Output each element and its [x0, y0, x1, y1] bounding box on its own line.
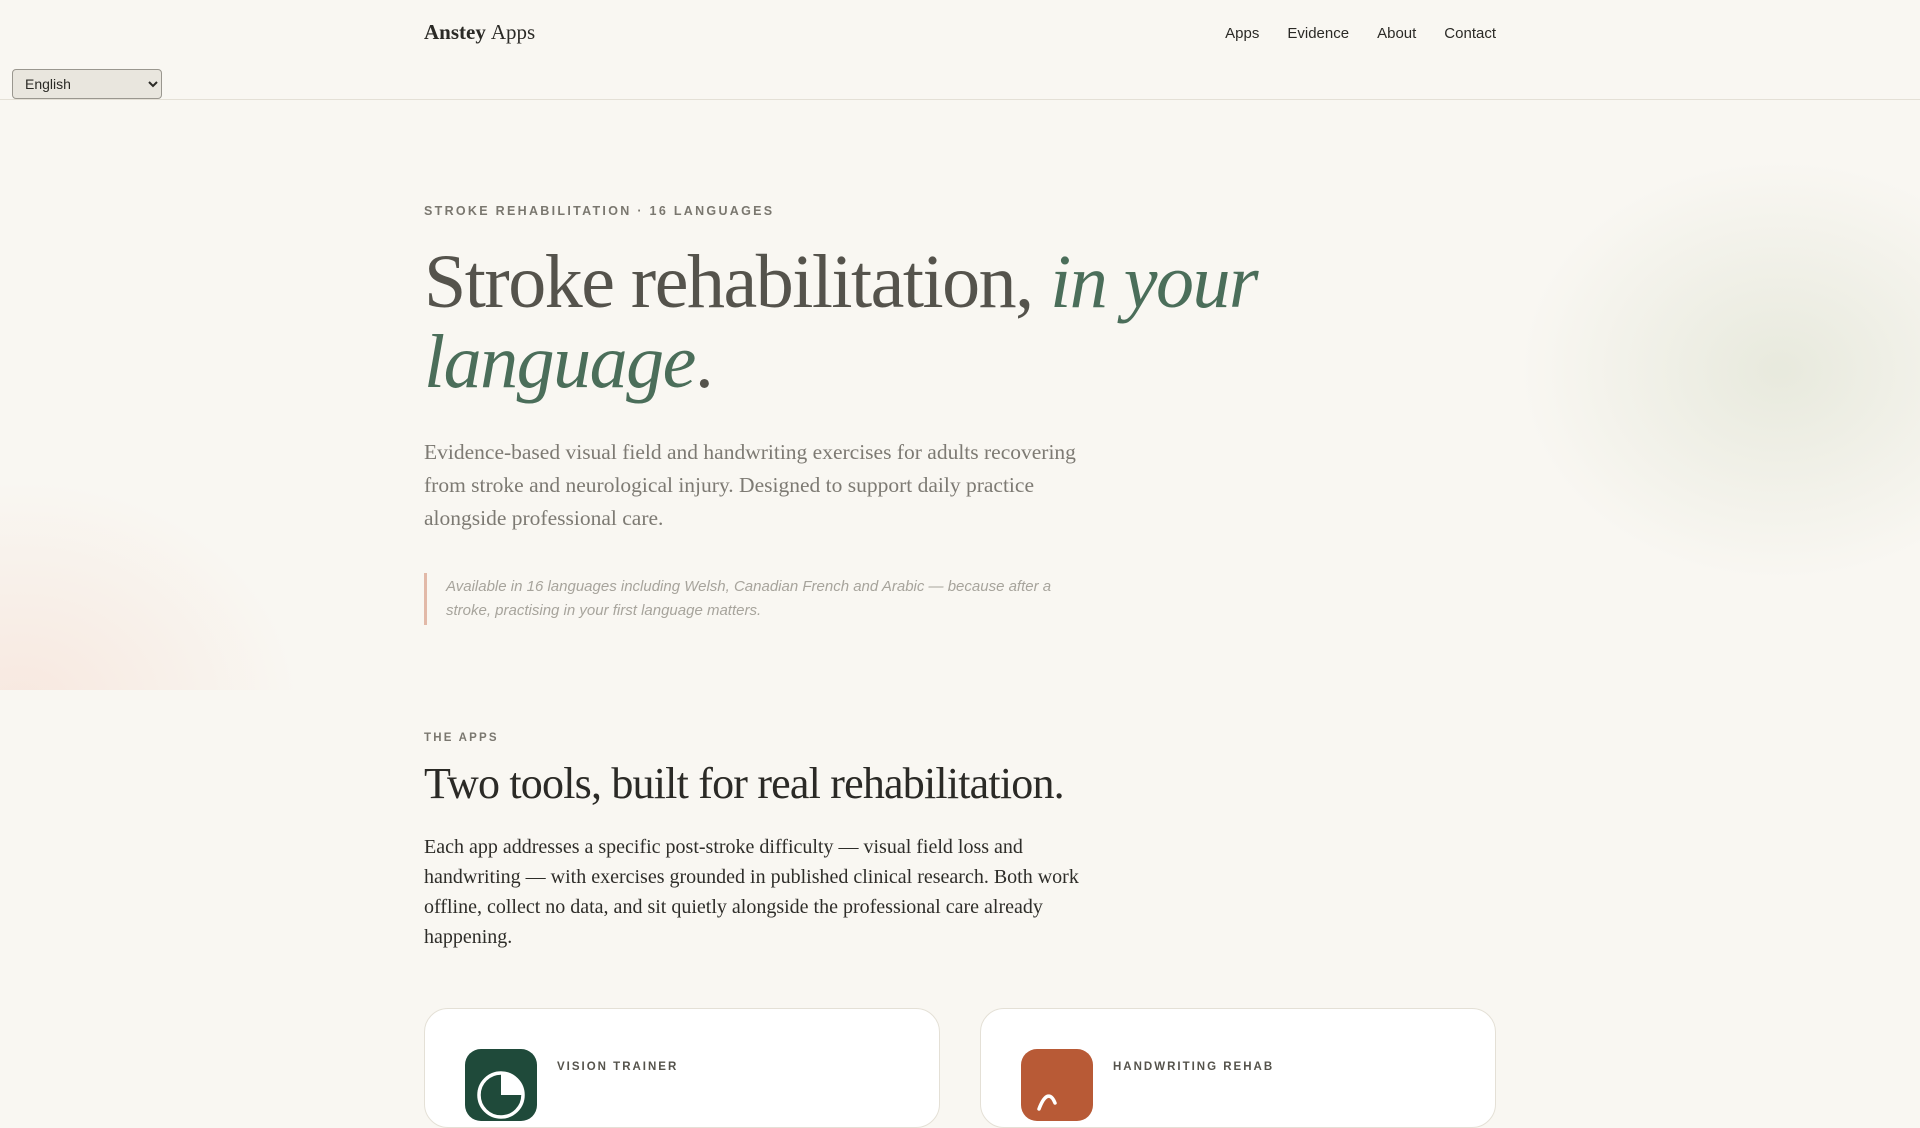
vision-trainer-eyebrow: VISION TRAINER [557, 1061, 679, 1073]
brand-name-strong: Anstey [424, 20, 486, 44]
nav-link-apps[interactable]: Apps [1225, 25, 1259, 42]
language-select[interactable]: English [12, 69, 162, 99]
brand-name-light: Apps [490, 20, 536, 44]
app-card-vision-trainer[interactable]: VISION TRAINER [424, 1008, 940, 1128]
hero-title: Stroke rehabilitation, in your language. [424, 242, 1424, 402]
handwriting-icon [1021, 1049, 1093, 1121]
hero-description: Evidence-based visual field and handwrit… [424, 440, 1076, 530]
top-header: Anstey Apps Apps Evidence About Contact E… [0, 0, 1920, 100]
nav-link-about[interactable]: About [1377, 25, 1416, 42]
hero-eyebrow: STROKE REHABILITATION · 16 LANGUAGES [424, 204, 775, 218]
nav-link-evidence[interactable]: Evidence [1287, 25, 1349, 42]
glow-left-decoration [0, 480, 300, 690]
app-card-handwriting-rehab[interactable]: HANDWRITING REHAB [980, 1008, 1496, 1128]
apps-section-description: Each app addresses a specific post-strok… [424, 836, 1079, 948]
nav-link-contact[interactable]: Contact [1444, 25, 1496, 42]
brand-logo-link[interactable]: Anstey Apps [424, 20, 535, 45]
main-navigation: Apps Evidence About Contact [1225, 25, 1496, 42]
hero-language-note: Available in 16 languages including Wels… [424, 573, 1066, 625]
hero-title-plain: Stroke rehabilitation, [424, 240, 1051, 324]
apps-section-title: Two tools, built for real rehabilitation… [424, 759, 1065, 808]
handwriting-rehab-eyebrow: HANDWRITING REHAB [1113, 1061, 1275, 1073]
glow-right-decoration [1520, 160, 1920, 580]
vision-icon [465, 1049, 537, 1121]
hero-title-period: . [694, 320, 714, 404]
apps-section-eyebrow: THE APPS [424, 732, 499, 744]
